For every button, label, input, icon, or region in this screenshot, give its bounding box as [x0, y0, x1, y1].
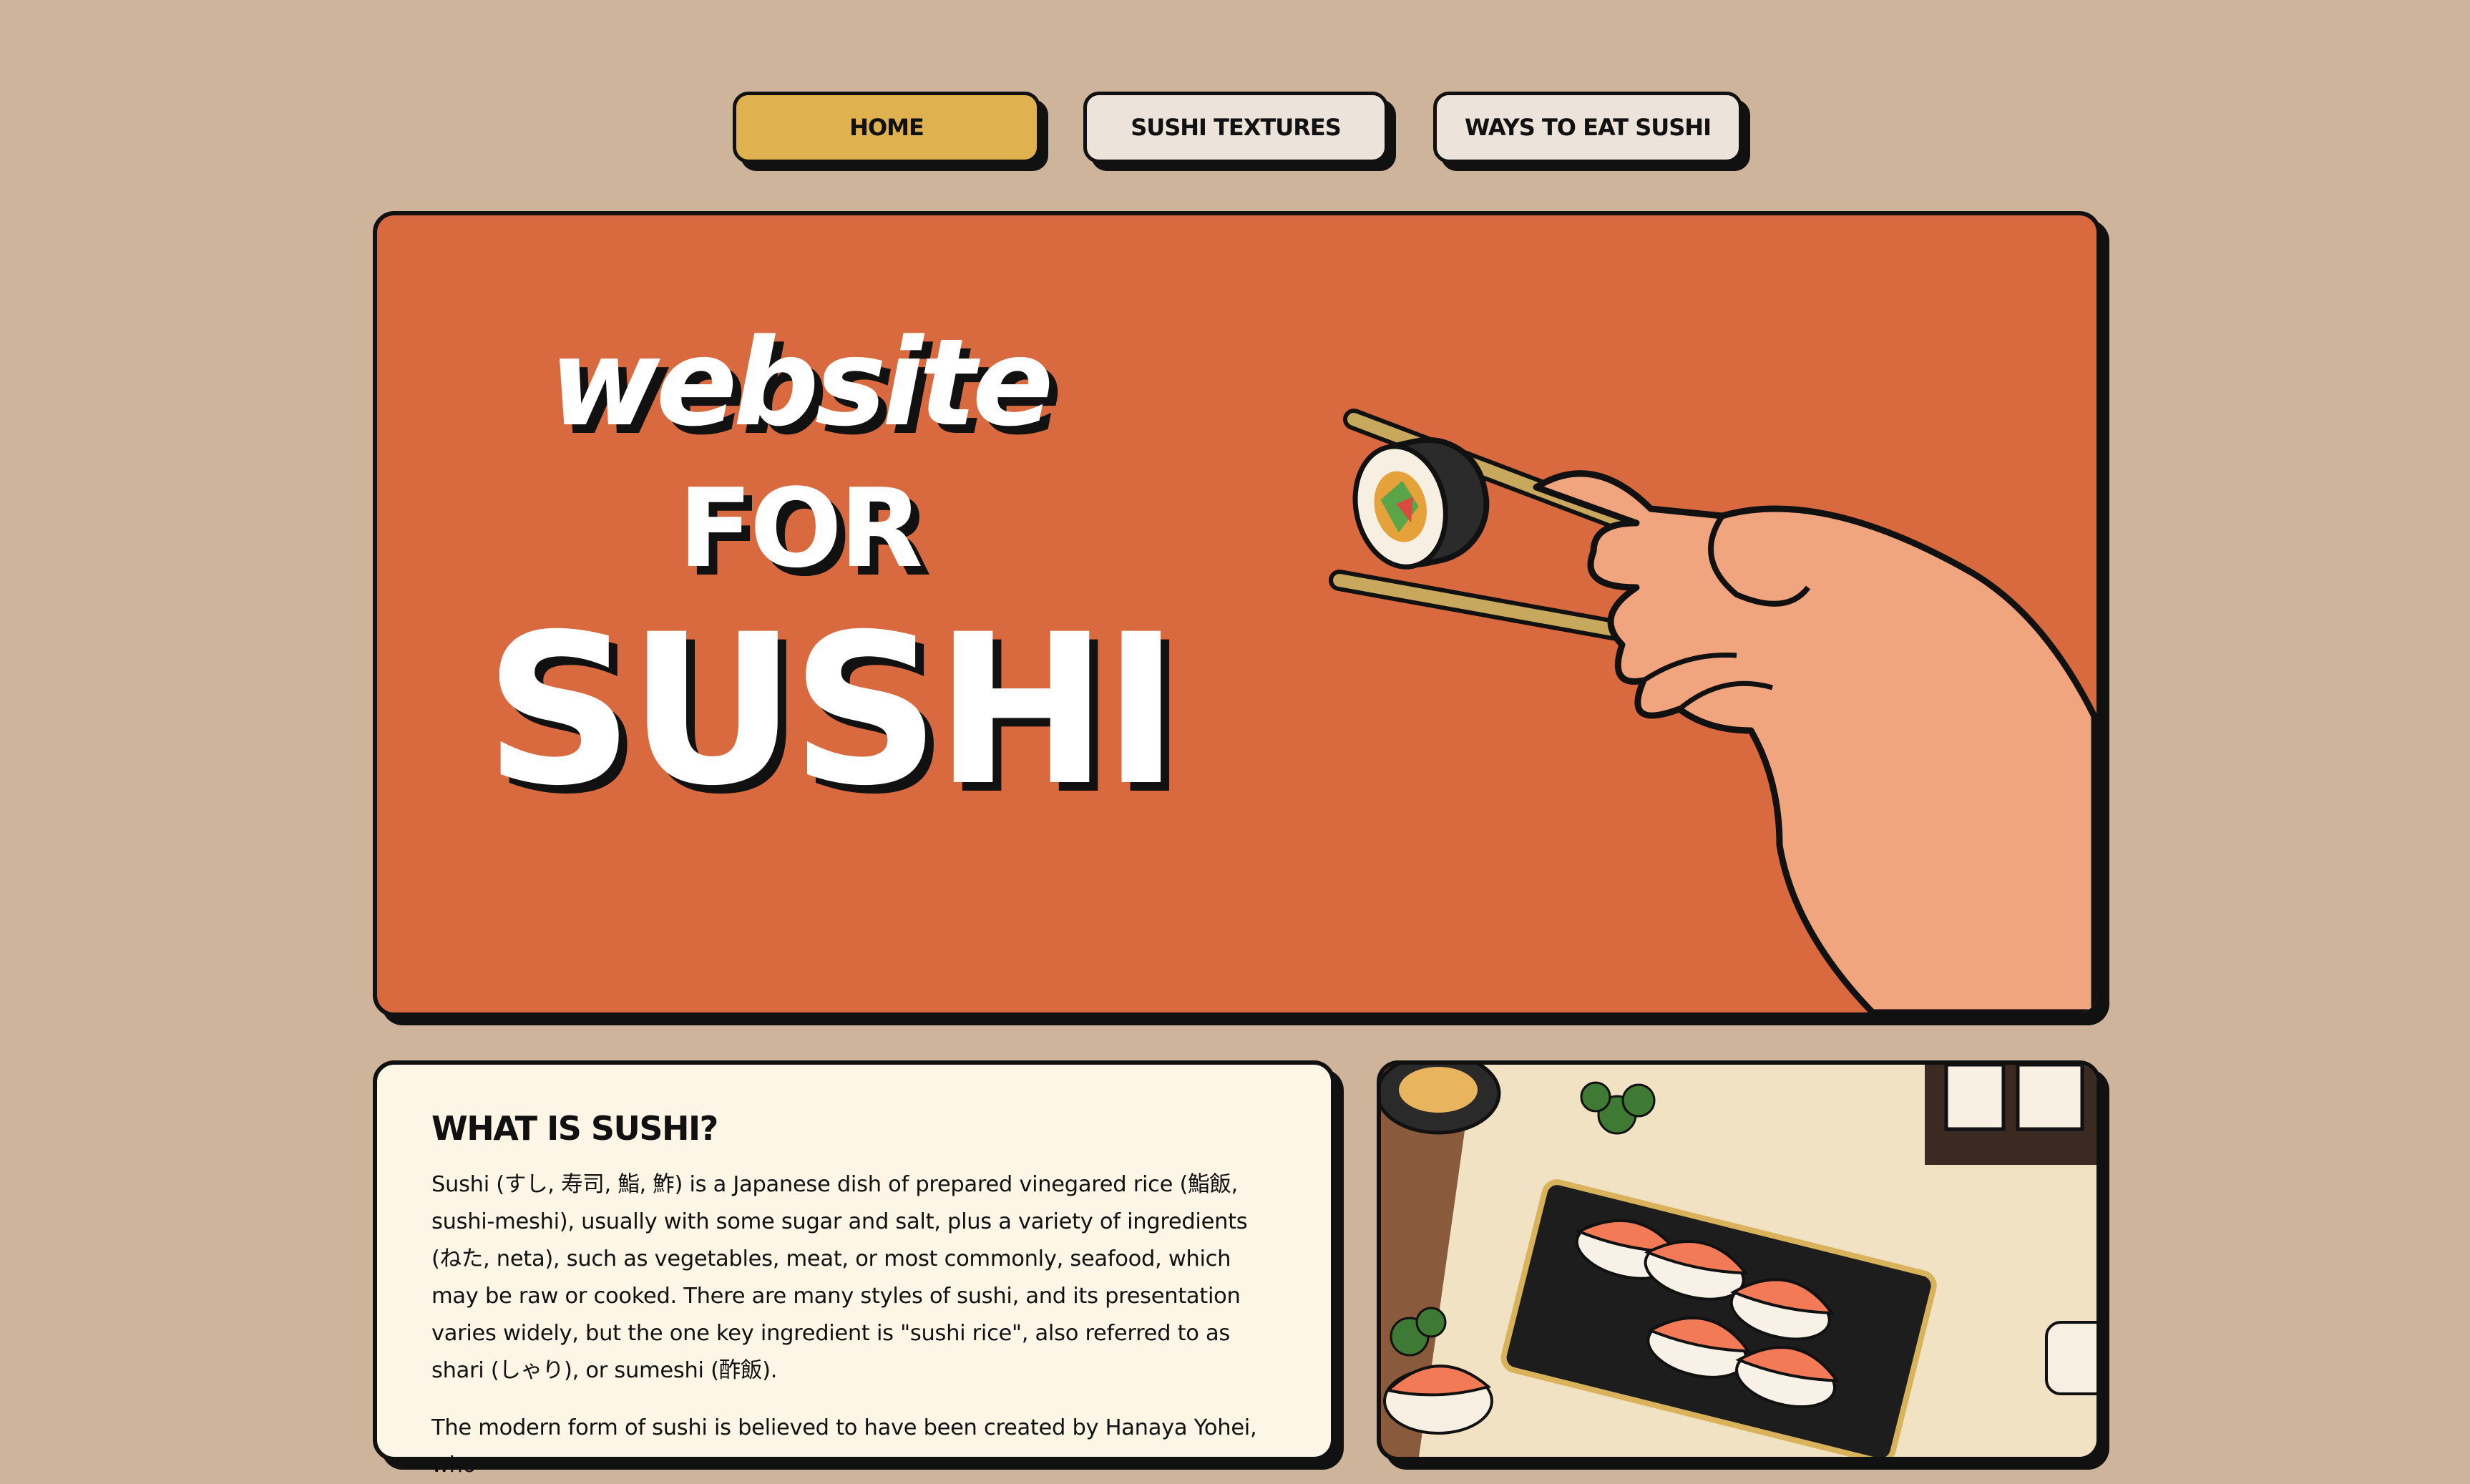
intro-paragraph: Sushi (すし, 寿司, 鮨, 鮓) is a Japanese dish … [431, 1172, 1248, 1383]
history-paragraph: The modern form of sushi is believed to … [431, 1415, 1257, 1478]
sushi-roll-icon [1352, 436, 1490, 570]
nav-sushi-textures-button[interactable]: SUSHI TEXTURES [1083, 92, 1388, 163]
hero-banner: website FOR SUSHI [373, 211, 2101, 1017]
hero-title-line-2: FOR [678, 465, 923, 592]
sushi-platter-image [1377, 1060, 2101, 1461]
hero-title-line-3: SUSHI [484, 590, 1180, 831]
main-nav: HOME SUSHI TEXTURES WAYS TO EAT SUSHI [0, 92, 2470, 177]
what-is-sushi-card: WHAT IS SUSHI? Sushi (すし, 寿司, 鮨, 鮓) is a… [373, 1060, 1335, 1478]
section-heading: WHAT IS SUSHI? [431, 1109, 718, 1148]
nav-ways-to-eat-button[interactable]: WAYS TO EAT SUSHI [1433, 92, 1742, 163]
sushi-platter-illustration [1381, 1065, 2096, 1457]
hero-title: website FOR SUSHI [484, 313, 1180, 831]
hand-icon [1533, 470, 2096, 1012]
hero-title-line-1: website [549, 313, 1053, 453]
nav-home-button[interactable]: HOME [733, 92, 1040, 163]
